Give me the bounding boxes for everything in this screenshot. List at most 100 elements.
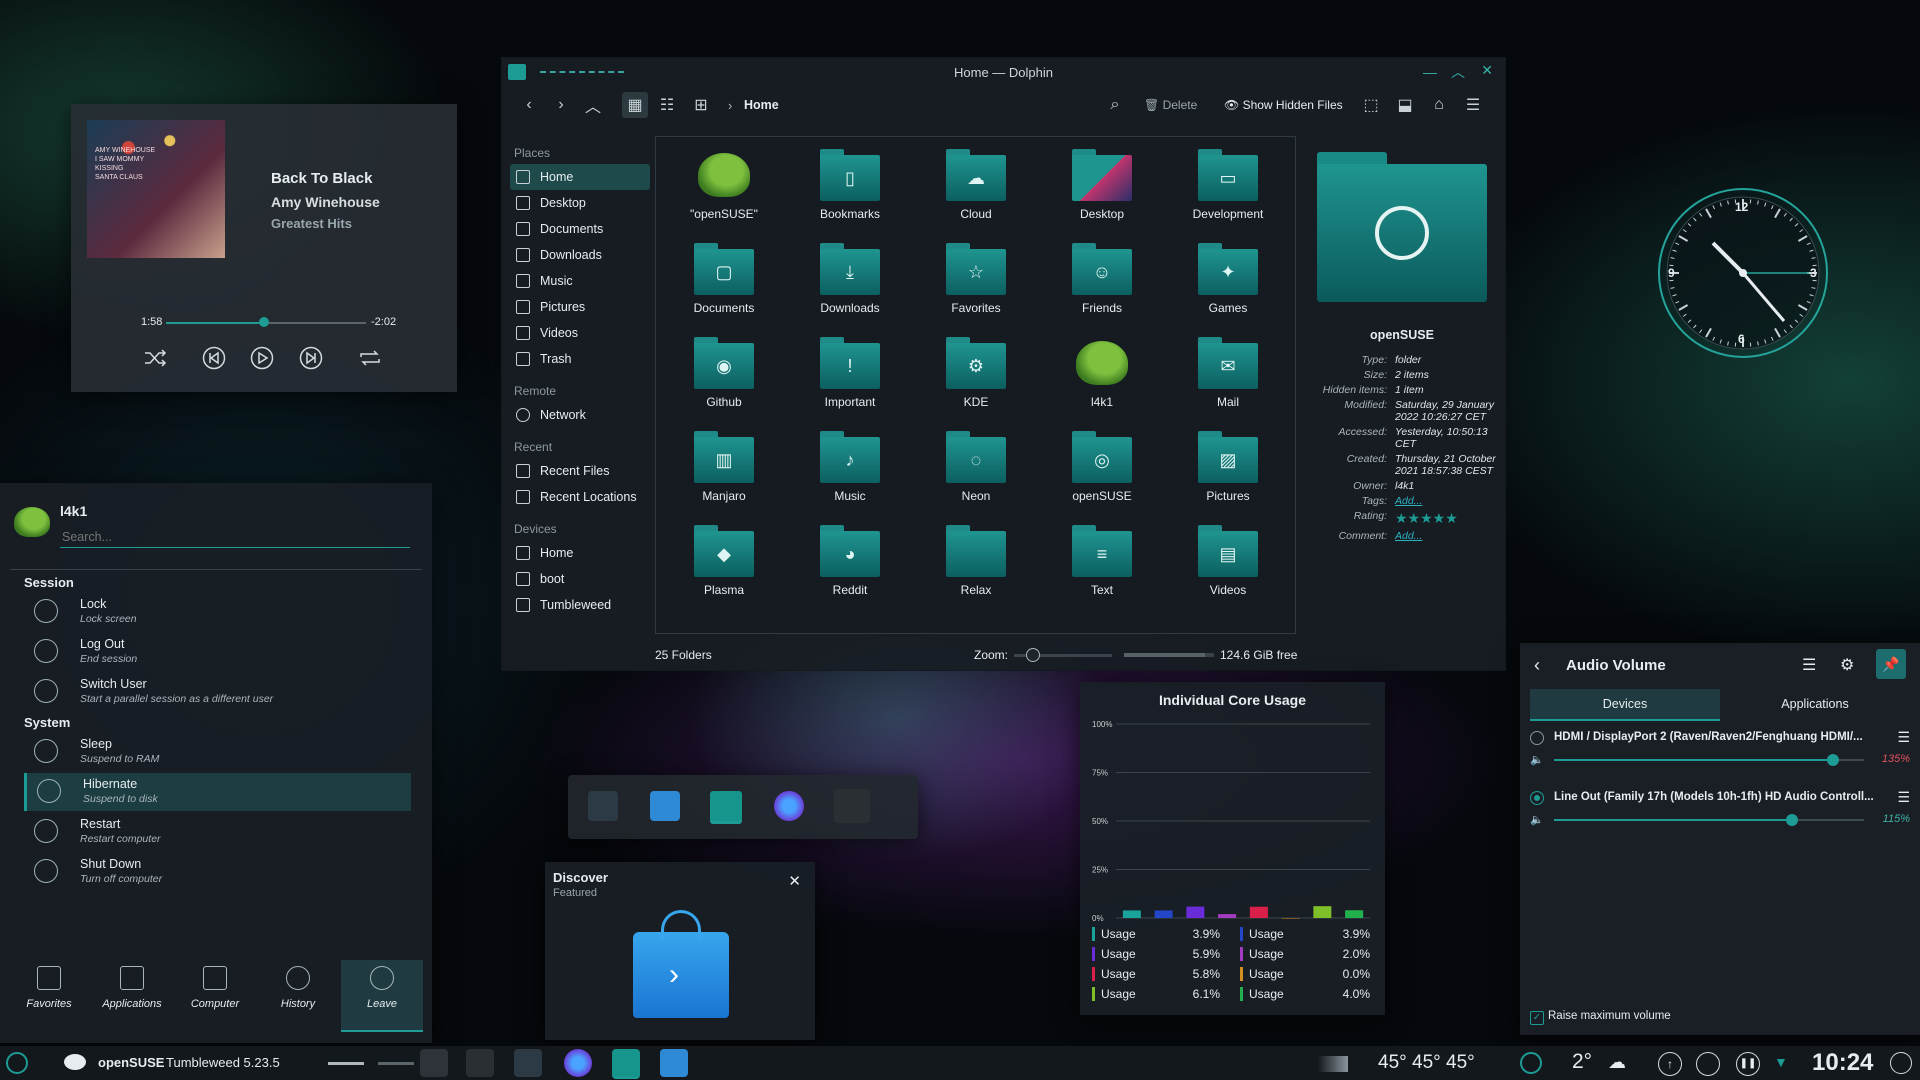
discover-app-icon[interactable] bbox=[650, 791, 680, 821]
info-value[interactable]: Add... bbox=[1395, 495, 1497, 507]
pause-icon[interactable]: ❚❚ bbox=[1736, 1052, 1760, 1076]
volume-slider[interactable] bbox=[1554, 754, 1864, 766]
folder-item[interactable]: ▤ Videos bbox=[1168, 517, 1288, 607]
place-documents[interactable]: Documents bbox=[510, 216, 650, 242]
tab-applications[interactable]: Applications bbox=[91, 960, 173, 1030]
clock-tray-icon[interactable] bbox=[1696, 1052, 1720, 1076]
forward-icon[interactable]: › bbox=[548, 92, 574, 118]
icons-view-icon[interactable]: ▦ bbox=[622, 92, 648, 118]
device-home[interactable]: Home bbox=[510, 540, 650, 566]
close-icon[interactable]: ✕ bbox=[788, 872, 801, 890]
folder-item[interactable]: ≡ Text bbox=[1042, 517, 1162, 607]
show-hidden-files-button[interactable]: 👁 Show Hidden Files bbox=[1224, 98, 1343, 112]
pin-icon[interactable]: 📌 bbox=[1876, 649, 1906, 679]
volume-knob[interactable] bbox=[1827, 754, 1839, 766]
previous-icon[interactable] bbox=[202, 346, 226, 370]
play-icon[interactable] bbox=[250, 346, 274, 370]
folder-item[interactable]: ☺ Friends bbox=[1042, 235, 1162, 325]
raise-max-checkbox[interactable]: ✓ bbox=[1530, 1011, 1544, 1025]
maximize-icon[interactable]: ︿ bbox=[1451, 62, 1465, 82]
zoom-slider[interactable] bbox=[1014, 648, 1112, 662]
window-titlebar[interactable]: Home — Dolphin — ︿ ✕ bbox=[502, 58, 1505, 86]
dolphin-app-icon[interactable] bbox=[710, 791, 742, 824]
folder-item[interactable]: ◌ Neon bbox=[916, 423, 1036, 513]
folder-item[interactable]: ⤓ Downloads bbox=[790, 235, 910, 325]
folder-item[interactable]: ✉ Mail bbox=[1168, 329, 1288, 419]
device-menu-icon[interactable]: ☰ bbox=[1897, 729, 1910, 746]
minimize-icon[interactable]: — bbox=[1423, 64, 1437, 80]
sleep-item[interactable]: Sleep Suspend to RAM bbox=[24, 733, 408, 771]
place-downloads[interactable]: Downloads bbox=[510, 242, 650, 268]
delete-button[interactable]: 🗑 Delete bbox=[1144, 98, 1197, 112]
restart-item[interactable]: Restart Restart computer bbox=[24, 813, 408, 851]
close-icon[interactable]: ✕ bbox=[1481, 62, 1493, 79]
device-boot[interactable]: boot bbox=[510, 566, 650, 592]
folder-item[interactable]: "openSUSE" bbox=[664, 141, 784, 231]
select-icon[interactable]: ⬚ bbox=[1358, 92, 1384, 118]
folder-item[interactable]: ♪ Music bbox=[790, 423, 910, 513]
speaker-icon[interactable]: 🔈 bbox=[1530, 753, 1544, 766]
next-icon[interactable] bbox=[299, 346, 323, 370]
expand-tray-icon[interactable]: ▼ bbox=[1774, 1054, 1788, 1070]
place-videos[interactable]: Videos bbox=[510, 320, 650, 346]
progress-slider[interactable] bbox=[166, 317, 366, 327]
task-inkscape-icon[interactable] bbox=[466, 1049, 494, 1077]
speaker-icon[interactable]: 🔈 bbox=[1530, 813, 1544, 826]
power-icon[interactable] bbox=[1890, 1052, 1912, 1074]
settings-app-icon[interactable] bbox=[588, 791, 618, 821]
task-firefox-icon[interactable] bbox=[564, 1049, 592, 1077]
tab-applications[interactable]: Applications bbox=[1720, 689, 1910, 719]
device-tumbleweed[interactable]: Tumbleweed bbox=[510, 592, 650, 618]
launcher-icon[interactable] bbox=[6, 1052, 28, 1074]
repeat-icon[interactable] bbox=[357, 348, 383, 368]
folder-item[interactable]: ☁ Cloud bbox=[916, 141, 1036, 231]
folder-item[interactable]: ◎ openSUSE bbox=[1042, 423, 1162, 513]
home-icon[interactable]: ⌂ bbox=[1426, 92, 1452, 118]
menu-icon[interactable]: ☰ bbox=[1802, 655, 1816, 675]
tab-favorites[interactable]: Favorites bbox=[8, 960, 90, 1030]
clock-time[interactable]: 10:24 bbox=[1812, 1049, 1873, 1077]
folder-item[interactable]: ! Important bbox=[790, 329, 910, 419]
folder-item[interactable]: ⚙ KDE bbox=[916, 329, 1036, 419]
tab-history[interactable]: History bbox=[257, 960, 339, 1030]
tab-computer[interactable]: Computer bbox=[174, 960, 256, 1030]
cloud-icon[interactable]: ☁ bbox=[1608, 1052, 1626, 1073]
logout-item[interactable]: Log Out End session bbox=[24, 633, 408, 671]
up-icon[interactable]: ︿ bbox=[580, 92, 606, 118]
back-icon[interactable]: ‹ bbox=[516, 92, 542, 118]
folder-item[interactable]: ◕ Reddit bbox=[790, 517, 910, 607]
tab-leave[interactable]: Leave bbox=[341, 960, 423, 1032]
info-value[interactable]: Add... bbox=[1395, 530, 1497, 542]
folder-item[interactable]: ▯ Bookmarks bbox=[790, 141, 910, 231]
folder-item[interactable]: ✦ Games bbox=[1168, 235, 1288, 325]
shuffle-icon[interactable] bbox=[143, 348, 167, 368]
breadcrumb[interactable]: Home bbox=[744, 98, 779, 112]
place-desktop[interactable]: Desktop bbox=[510, 190, 650, 216]
folder-item[interactable]: Desktop bbox=[1042, 141, 1162, 231]
place-network[interactable]: Network bbox=[510, 402, 650, 428]
tab-devices[interactable]: Devices bbox=[1530, 689, 1720, 721]
split-view-icon[interactable]: ⬓ bbox=[1392, 92, 1418, 118]
compact-view-icon[interactable]: ☷ bbox=[654, 92, 680, 118]
place-pictures[interactable]: Pictures bbox=[510, 294, 650, 320]
avatar[interactable] bbox=[14, 507, 50, 537]
place-home[interactable]: Home bbox=[510, 164, 650, 190]
search-input[interactable] bbox=[60, 527, 410, 548]
hibernate-item[interactable]: Hibernate Suspend to disk bbox=[24, 773, 411, 811]
details-view-icon[interactable]: ⊞ bbox=[688, 92, 714, 118]
pager-desktop-1[interactable] bbox=[328, 1062, 364, 1065]
folder-item[interactable]: l4k1 bbox=[1042, 329, 1162, 419]
back-icon[interactable]: ‹ bbox=[1534, 655, 1540, 676]
switch-user-item[interactable]: Switch User Start a parallel session as a… bbox=[24, 673, 408, 711]
firefox-icon[interactable] bbox=[774, 791, 804, 821]
hamburger-menu-icon[interactable]: ☰ bbox=[1460, 92, 1486, 118]
task-settings-icon[interactable] bbox=[514, 1049, 542, 1077]
place-recent-files[interactable]: Recent Files bbox=[510, 458, 650, 484]
updates-icon[interactable]: ↑ bbox=[1658, 1052, 1682, 1076]
task-dolphin-icon[interactable] bbox=[612, 1049, 640, 1079]
opensuse-tray-icon[interactable] bbox=[1520, 1052, 1542, 1074]
search-icon[interactable]: ⌕ bbox=[1102, 92, 1128, 118]
volume-slider[interactable] bbox=[1554, 814, 1864, 826]
shutdown-item[interactable]: Shut Down Turn off computer bbox=[24, 853, 408, 891]
configure-icon[interactable]: ⚙ bbox=[1840, 655, 1854, 675]
